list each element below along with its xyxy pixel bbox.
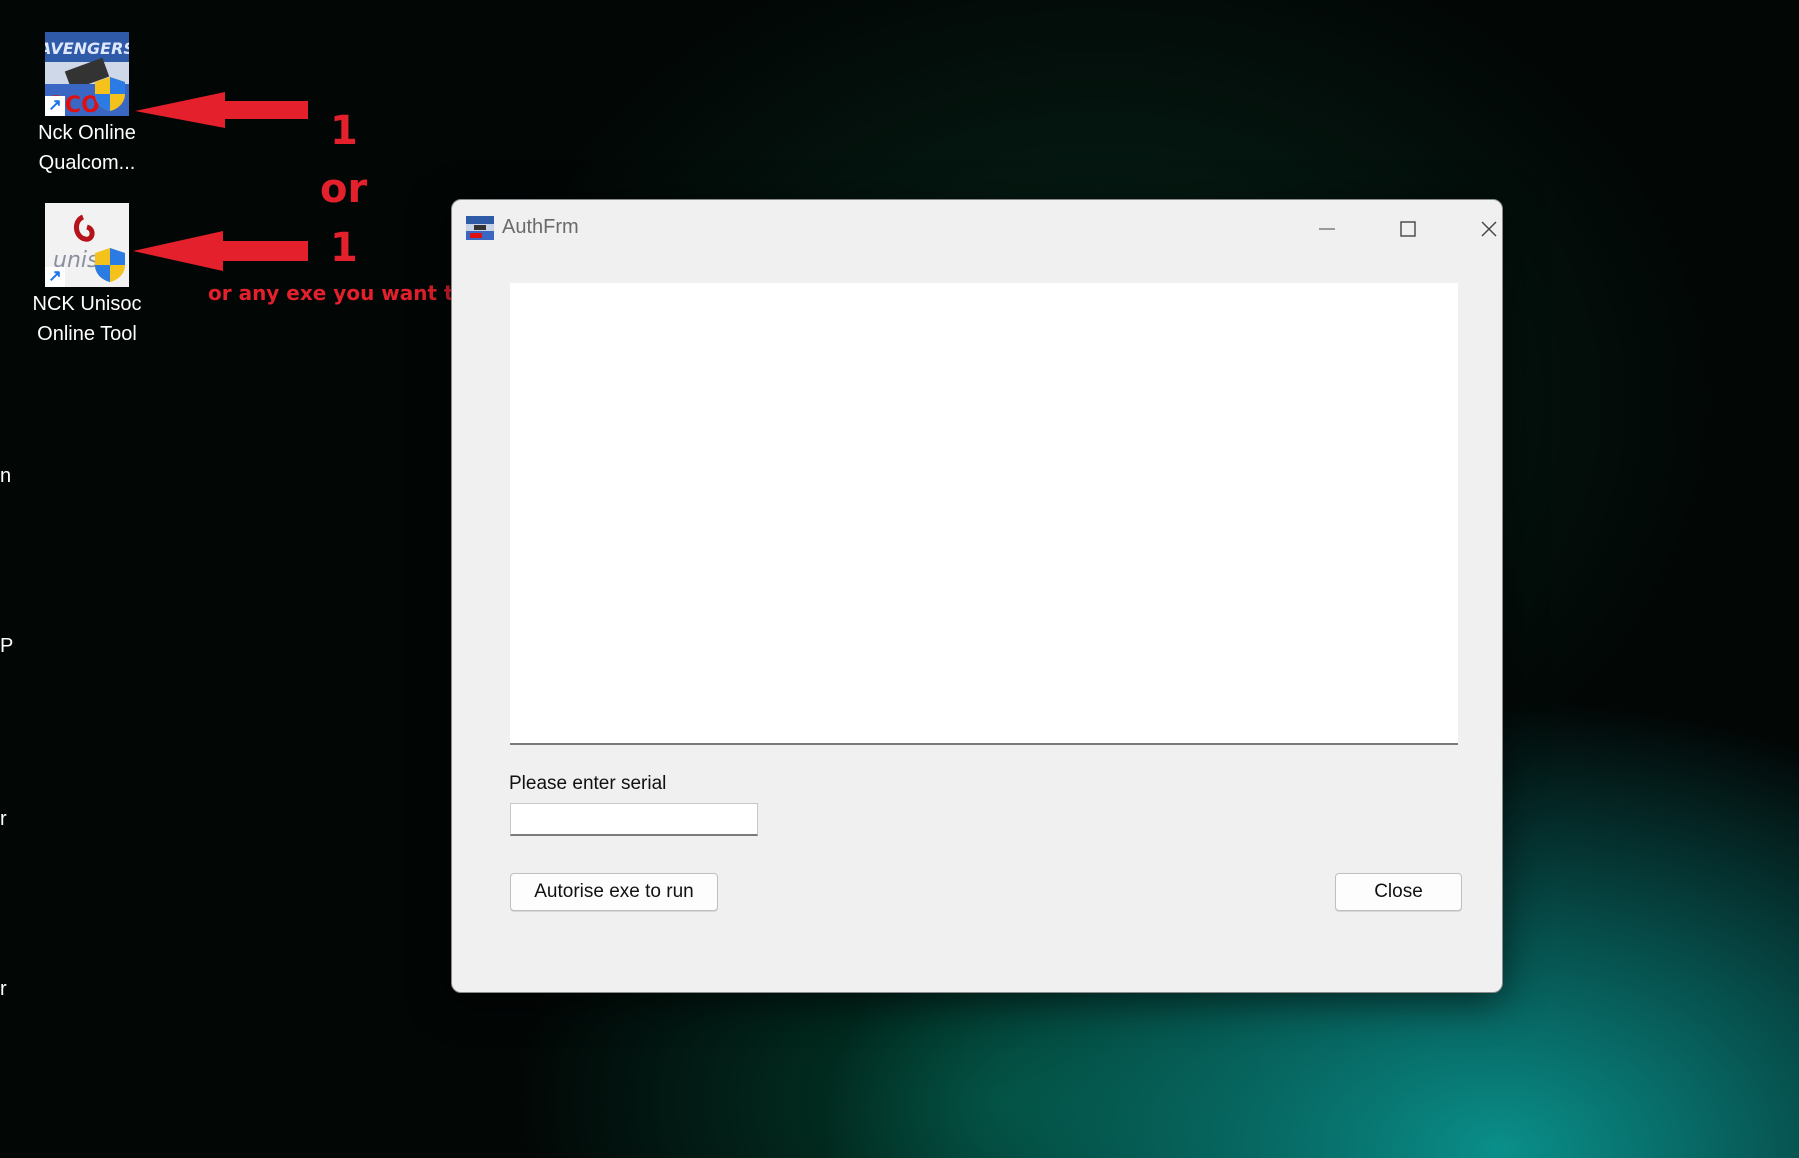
clipped-label: r [0,808,7,830]
maximize-icon [1400,221,1416,237]
window-title: AuthFrm [502,216,579,238]
annotation-or: or [320,166,368,212]
close-icon [1481,221,1497,237]
clipped-label: P [0,635,14,657]
annotation-arrow-1a [135,92,308,128]
maximize-button[interactable] [1378,208,1438,248]
avengers-app-icon: AVENGERS QCO ↗ [37,32,135,118]
authfrm-window: AuthFrm Please enter serial Autorise exe… [451,199,1503,993]
annotation-arrow-1b [133,231,308,271]
title-bar[interactable]: AuthFrm [452,200,1502,254]
unisoc-app-icon: unis ↗ [45,203,129,287]
authorize-exe-button[interactable]: Autorise exe to run [510,873,718,911]
desktop-icon-label: Qualcom... [38,152,136,174]
shield-icon [95,77,125,111]
desktop-icon-label: Nck Online [38,122,136,144]
shortcut-arrow-icon: ↗ [45,267,65,287]
shield-icon [95,248,125,282]
shortcut-arrow-icon: ↗ [45,96,65,116]
minimize-icon [1319,228,1335,230]
close-window-button[interactable] [1459,208,1502,248]
desktop-icon-label: Online Tool [37,323,137,345]
clipped-label: r [0,978,7,1000]
app-icon [466,216,494,240]
svg-text:AVENGERS: AVENGERS [45,39,129,58]
desktop-icon-label: NCK Unisoc [32,293,142,315]
serial-label: Please enter serial [509,773,667,794]
close-button[interactable]: Close [1335,873,1462,911]
minimize-button[interactable] [1297,208,1357,248]
clipped-label: n [0,465,12,487]
annotation-step-1b: 1 [330,225,358,271]
serial-input[interactable] [510,803,758,836]
annotation-step-1a: 1 [330,108,358,154]
desktop-icon-nck-unisoc[interactable]: unis ↗ NCK Unisoc Online Tool [27,203,147,349]
output-log-area[interactable] [510,283,1458,745]
desktop-icon-nck-qualcomm[interactable]: AVENGERS QCO ↗ Nck Online Qualcom... [27,32,147,178]
